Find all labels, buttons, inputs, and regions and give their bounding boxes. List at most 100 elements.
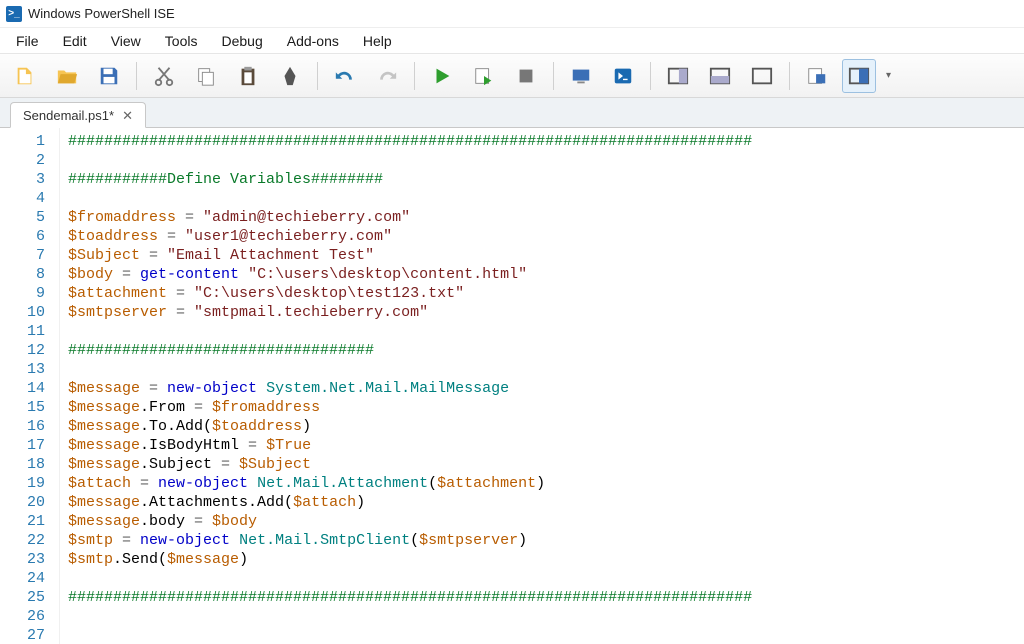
command-addon-icon bbox=[806, 65, 828, 87]
code-line[interactable]: $attach = new-object Net.Mail.Attachment… bbox=[68, 474, 1016, 493]
stop-icon bbox=[515, 65, 537, 87]
code-line[interactable] bbox=[68, 607, 1016, 626]
code-line[interactable]: $message.IsBodyHtml = $True bbox=[68, 436, 1016, 455]
code-line[interactable]: ########################################… bbox=[68, 588, 1016, 607]
menu-view[interactable]: View bbox=[101, 30, 151, 52]
remote-icon bbox=[570, 65, 592, 87]
run-icon bbox=[431, 65, 453, 87]
show-command-addon-button[interactable] bbox=[800, 59, 834, 93]
new-icon bbox=[14, 65, 36, 87]
line-number: 20 bbox=[0, 493, 45, 512]
pane-bottom-icon bbox=[709, 65, 731, 87]
new-remote-button[interactable] bbox=[564, 59, 598, 93]
code-line[interactable]: ###########Define Variables######## bbox=[68, 170, 1016, 189]
menu-tools[interactable]: Tools bbox=[155, 30, 208, 52]
new-button[interactable] bbox=[8, 59, 42, 93]
menubar: File Edit View Tools Debug Add-ons Help bbox=[0, 28, 1024, 54]
toolbar-separator bbox=[789, 62, 790, 90]
code-line[interactable]: $attachment = "C:\users\desktop\test123.… bbox=[68, 284, 1016, 303]
show-script-pane-top-button[interactable] bbox=[703, 59, 737, 93]
line-number: 13 bbox=[0, 360, 45, 379]
paste-icon bbox=[237, 65, 259, 87]
toolbar-separator bbox=[553, 62, 554, 90]
code-line[interactable]: $message.Attachments.Add($attach) bbox=[68, 493, 1016, 512]
code-line[interactable] bbox=[68, 189, 1016, 208]
code-line[interactable] bbox=[68, 322, 1016, 341]
run-selection-icon bbox=[473, 65, 495, 87]
close-icon[interactable]: ✕ bbox=[122, 109, 133, 122]
undo-button[interactable] bbox=[328, 59, 362, 93]
line-number: 16 bbox=[0, 417, 45, 436]
cut-icon bbox=[153, 65, 175, 87]
window-title: Windows PowerShell ISE bbox=[28, 6, 175, 21]
menu-help[interactable]: Help bbox=[353, 30, 402, 52]
editor[interactable]: 1234567891011121314151617181920212223242… bbox=[0, 128, 1024, 644]
menu-file[interactable]: File bbox=[6, 30, 49, 52]
line-number: 24 bbox=[0, 569, 45, 588]
line-number: 25 bbox=[0, 588, 45, 607]
pane-full-icon bbox=[751, 65, 773, 87]
line-number: 3 bbox=[0, 170, 45, 189]
line-number: 21 bbox=[0, 512, 45, 531]
copy-icon bbox=[195, 65, 217, 87]
line-number: 8 bbox=[0, 265, 45, 284]
code-line[interactable]: $smtp.Send($message) bbox=[68, 550, 1016, 569]
code-line[interactable]: $fromaddress = "admin@techieberry.com" bbox=[68, 208, 1016, 227]
line-number: 6 bbox=[0, 227, 45, 246]
code-line[interactable]: $smtpserver = "smtpmail.techieberry.com" bbox=[68, 303, 1016, 322]
open-button[interactable] bbox=[50, 59, 84, 93]
code-line[interactable] bbox=[68, 151, 1016, 170]
show-script-pane-max-button[interactable] bbox=[745, 59, 779, 93]
undo-icon bbox=[334, 65, 356, 87]
cut-button[interactable] bbox=[147, 59, 181, 93]
code-line[interactable]: $message.body = $body bbox=[68, 512, 1016, 531]
save-button[interactable] bbox=[92, 59, 126, 93]
copy-button[interactable] bbox=[189, 59, 223, 93]
menu-edit[interactable]: Edit bbox=[53, 30, 97, 52]
toolbar-separator bbox=[650, 62, 651, 90]
show-command-icon bbox=[848, 65, 870, 87]
run-selection-button[interactable] bbox=[467, 59, 501, 93]
tab-label: Sendemail.ps1* bbox=[23, 108, 114, 123]
powershell-icon bbox=[612, 65, 634, 87]
titlebar: >_ Windows PowerShell ISE bbox=[0, 0, 1024, 28]
line-number: 14 bbox=[0, 379, 45, 398]
line-number: 2 bbox=[0, 151, 45, 170]
code-line[interactable] bbox=[68, 360, 1016, 379]
code-line[interactable] bbox=[68, 626, 1016, 644]
code-line[interactable]: ################################## bbox=[68, 341, 1016, 360]
toolbar-overflow-icon[interactable]: ▾ bbox=[884, 70, 891, 81]
menu-debug[interactable]: Debug bbox=[211, 30, 272, 52]
redo-button[interactable] bbox=[370, 59, 404, 93]
code-line[interactable]: $toaddress = "user1@techieberry.com" bbox=[68, 227, 1016, 246]
code-line[interactable]: ########################################… bbox=[68, 132, 1016, 151]
code-line[interactable]: $body = get-content "C:\users\desktop\co… bbox=[68, 265, 1016, 284]
code-line[interactable]: $message.From = $fromaddress bbox=[68, 398, 1016, 417]
show-script-pane-right-button[interactable] bbox=[661, 59, 695, 93]
line-number: 26 bbox=[0, 607, 45, 626]
run-button[interactable] bbox=[425, 59, 459, 93]
paste-button[interactable] bbox=[231, 59, 265, 93]
start-powershell-button[interactable] bbox=[606, 59, 640, 93]
redo-icon bbox=[376, 65, 398, 87]
code-area[interactable]: ################################## ######… bbox=[60, 128, 1024, 644]
show-command-window-button[interactable] bbox=[842, 59, 876, 93]
code-line[interactable]: $message = new-object System.Net.Mail.Ma… bbox=[68, 379, 1016, 398]
stop-button[interactable] bbox=[509, 59, 543, 93]
clear-button[interactable] bbox=[273, 59, 307, 93]
code-line[interactable]: $Subject = "Email Attachment Test" bbox=[68, 246, 1016, 265]
toolbar: ▾ bbox=[0, 54, 1024, 98]
menu-addons[interactable]: Add-ons bbox=[277, 30, 349, 52]
tabstrip: Sendemail.ps1* ✕ bbox=[0, 98, 1024, 128]
code-line[interactable]: $smtp = new-object Net.Mail.SmtpClient($… bbox=[68, 531, 1016, 550]
line-number: 18 bbox=[0, 455, 45, 474]
pane-right-icon bbox=[667, 65, 689, 87]
line-number: 19 bbox=[0, 474, 45, 493]
code-line[interactable]: $message.Subject = $Subject bbox=[68, 455, 1016, 474]
tab-sendemail[interactable]: Sendemail.ps1* ✕ bbox=[10, 102, 146, 128]
code-line[interactable] bbox=[68, 569, 1016, 588]
line-number: 5 bbox=[0, 208, 45, 227]
line-number: 23 bbox=[0, 550, 45, 569]
toolbar-separator bbox=[414, 62, 415, 90]
code-line[interactable]: $message.To.Add($toaddress) bbox=[68, 417, 1016, 436]
